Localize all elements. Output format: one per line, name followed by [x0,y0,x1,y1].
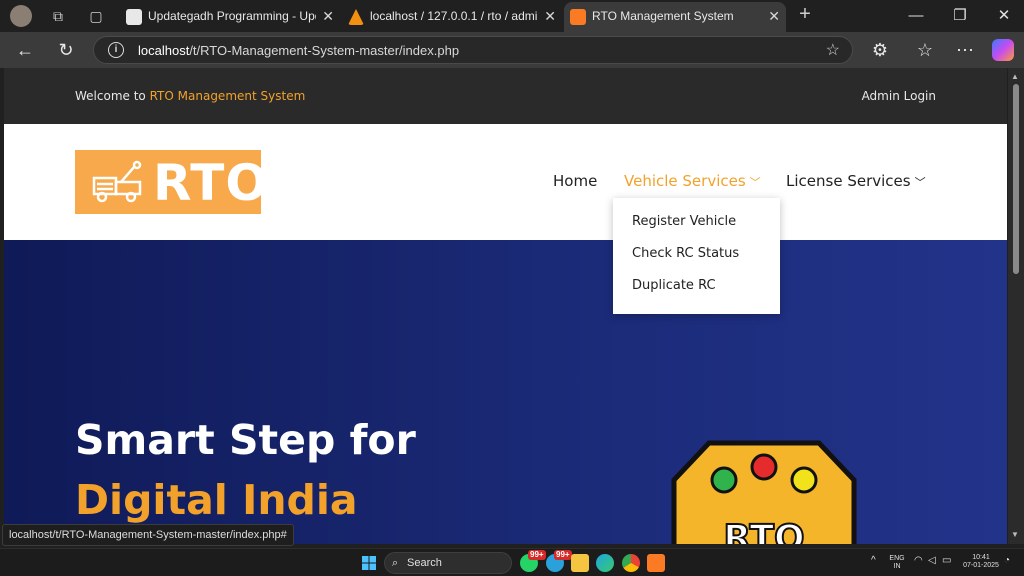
wifi-icon[interactable]: ◠ [914,556,923,566]
close-tab-icon[interactable]: ✕ [322,2,334,30]
site-logo[interactable]: RTO [75,150,268,214]
notifications-bell-icon[interactable]: ◔ [1004,556,1010,566]
welcome-brand: RTO Management System [149,89,306,103]
volume-icon[interactable]: ◁ [928,556,936,566]
dropdown-check-rc-status[interactable]: Check RC Status [632,246,739,261]
hero-section: RTO Smart Step for Digital India [4,240,1007,544]
welcome-prefix: Welcome to [75,89,146,103]
notification-badge: 99+ [528,550,546,560]
hero-badge-text: RTO [723,518,804,544]
link-status-bar: localhost/t/RTO-Management-System-master… [2,524,294,546]
dropdown-duplicate-rc[interactable]: Duplicate RC [632,278,716,293]
telegram-app-icon[interactable]: 99+ [546,550,572,572]
close-window-button[interactable]: ✕ [984,4,1024,28]
welcome-text: Welcome to RTO Management System [75,89,305,103]
chevron-down-icon: ﹀ [749,176,761,189]
file-explorer-icon[interactable] [571,554,589,572]
favorites-icon[interactable]: ☆ [912,38,938,62]
copilot-icon[interactable] [992,39,1014,61]
scroll-up-arrow-icon[interactable]: ▲ [1011,72,1019,81]
site-info-icon[interactable]: i [108,42,124,58]
search-icon: ⌕ [392,557,399,569]
scrollbar-thumb[interactable] [1013,84,1019,274]
region-code: IN [893,563,901,570]
tab-title: Updategadh Programming - Upd [148,9,316,23]
language-code: ENG [889,555,905,562]
page-viewport: Welcome to RTO Management System Admin L… [4,68,1007,544]
windows-taskbar: ⌕ Search 99+ 99+ ^ ENG IN ◠ ◁ ▭ 10:41 07… [0,548,1024,576]
address-bar[interactable]: i localhost/t/RTO-Management-System-mast… [93,36,853,64]
vertical-tabs-icon[interactable]: ▢ [86,6,106,26]
browser-toolbar: ← ↻ i localhost/t/RTO-Management-System-… [0,32,1024,68]
tab-phpmyadmin[interactable]: localhost / 127.0.0.1 / rto / admin ✕ [342,2,562,32]
extensions-icon[interactable]: ⚙ [867,38,893,62]
tow-truck-icon [92,160,142,203]
new-tab-button[interactable]: + [795,4,815,24]
nav-home[interactable]: Home [553,172,597,190]
taskbar-search[interactable]: ⌕ Search [384,552,512,574]
clock[interactable]: 10:41 07-01-2025 [960,554,1002,570]
favorite-star-icon[interactable]: ☆ [826,40,840,60]
dropdown-register-vehicle[interactable]: Register Vehicle [632,214,736,229]
url-host: localhost [138,43,190,58]
clock-time: 10:41 [972,554,990,561]
rto-traffic-light-graphic: RTO [671,440,857,544]
workspaces-icon[interactable]: ⧉ [48,6,68,26]
refresh-button[interactable]: ↻ [53,38,79,62]
close-tab-icon[interactable]: ✕ [768,2,780,30]
tab-title: RTO Management System [592,9,734,23]
hero-title-line2: Digital India [75,476,358,524]
chevron-down-icon: ﹀ [914,176,926,189]
whatsapp-app-icon[interactable]: 99+ [520,550,546,572]
minimize-button[interactable]: — [896,4,936,28]
nav-vehicle-services[interactable]: Vehicle Services ﹀ [624,172,761,190]
updategadh-favicon [126,9,142,25]
nav-vehicle-services-label: Vehicle Services [624,172,746,190]
xampp-app-icon[interactable] [647,554,665,572]
phpmyadmin-favicon [348,9,364,25]
close-tab-icon[interactable]: ✕ [544,2,556,30]
site-header: RTO Home Vehicle Services ﹀ License Servi… [4,124,1007,240]
tab-title: localhost / 127.0.0.1 / rto / admin [370,9,538,23]
edge-browser-icon[interactable] [596,554,614,572]
more-options-icon[interactable]: ⋯ [952,38,978,62]
maximize-button[interactable]: ❐ [940,4,980,28]
logo-text: RTO [153,154,269,212]
profile-avatar[interactable] [10,5,32,27]
clock-date: 07-01-2025 [963,562,999,569]
site-topbar: Welcome to RTO Management System Admin L… [4,68,1007,124]
battery-icon[interactable]: ▭ [942,556,951,566]
tab-rto-management[interactable]: RTO Management System ✕ [564,2,786,32]
nav-license-services-label: License Services [786,172,911,190]
hero-title-line1: Smart Step for [75,416,416,464]
scroll-down-arrow-icon[interactable]: ▼ [1011,530,1019,539]
nav-license-services[interactable]: License Services ﹀ [786,172,926,190]
admin-login-link[interactable]: Admin Login [862,89,936,103]
page-scrollbar[interactable]: ▲ ▼ [1008,68,1024,544]
address-url[interactable]: localhost/t/RTO-Management-System-master… [138,43,459,58]
vehicle-services-dropdown: Register Vehicle Check RC Status Duplica… [613,198,780,314]
back-button[interactable]: ← [12,38,38,62]
language-indicator[interactable]: ENG IN [888,555,906,571]
windows-start-icon[interactable] [362,556,376,570]
chrome-browser-icon[interactable] [622,554,640,572]
browser-tab-bar: ⧉ ▢ Updategadh Programming - Upd ✕ local… [0,0,1024,32]
show-hidden-icons-chevron-icon[interactable]: ^ [871,556,876,566]
notification-badge: 99+ [554,550,572,560]
xampp-favicon [570,9,586,25]
url-path: /t/RTO-Management-System-master/index.ph… [189,43,460,58]
tab-updategadh[interactable]: Updategadh Programming - Upd ✕ [120,2,340,32]
search-label: Search [407,557,442,569]
